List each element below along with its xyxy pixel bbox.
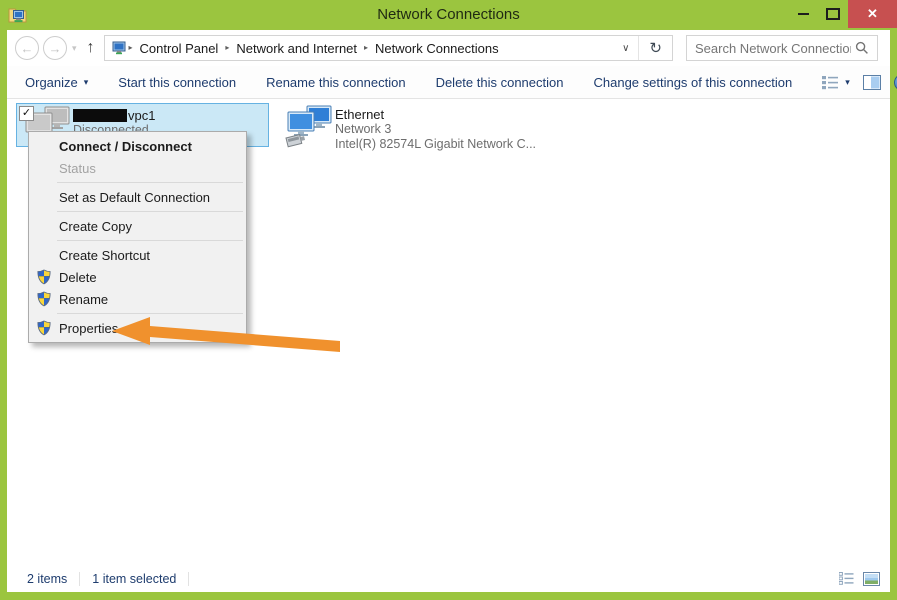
uac-shield-icon — [36, 291, 52, 307]
button-label: Start this connection — [118, 75, 236, 90]
menu-item-status: Status — [29, 157, 246, 179]
menu-item-connect-disconnect[interactable]: Connect / Disconnect — [29, 135, 246, 157]
connection-network: Network 3 — [335, 122, 536, 137]
up-button[interactable]: ↑ — [87, 39, 95, 57]
breadcrumb-network-and-internet[interactable]: Network and Internet — [229, 41, 364, 56]
back-button[interactable]: ← — [15, 36, 39, 60]
breadcrumb-network-connections[interactable]: Network Connections — [368, 41, 506, 56]
chevron-down-icon: ∨ — [622, 43, 629, 54]
menu-item-label: Create Copy — [59, 219, 132, 234]
minimize-button[interactable] — [788, 0, 818, 28]
uac-shield-icon — [36, 269, 52, 285]
change-view-button[interactable]: ▾ — [822, 75, 850, 90]
menu-item-rename[interactable]: Rename — [29, 288, 246, 310]
button-label: Change settings of this connection — [593, 75, 792, 90]
items-count: 2 items — [27, 572, 80, 586]
chevron-down-icon: ▾ — [84, 77, 89, 88]
search-box[interactable] — [686, 35, 878, 61]
connection-device: Intel(R) 82574L Gigabit Network C... — [335, 137, 536, 152]
organize-label: Organize — [25, 75, 78, 90]
menu-separator — [57, 211, 243, 212]
check-icon: ✓ — [22, 107, 31, 119]
connection-name: vpc1 — [128, 108, 155, 123]
title-bar[interactable]: Network Connections ✕ — [0, 0, 897, 30]
change-settings-button[interactable]: Change settings of this connection — [593, 75, 792, 90]
menu-item-label: Set as Default Connection — [59, 190, 210, 205]
forward-icon: → — [49, 41, 62, 56]
minimize-icon — [798, 13, 809, 15]
redaction-box — [73, 109, 127, 122]
address-bar[interactable]: ▸ Control Panel ▸ Network and Internet ▸… — [104, 35, 673, 61]
crumb-separator-icon: ▸ — [225, 43, 229, 52]
button-label: Rename this connection — [266, 75, 405, 90]
chevron-down-icon: ▾ — [845, 77, 850, 88]
menu-separator — [57, 182, 243, 183]
up-icon: ↑ — [87, 39, 95, 56]
views-icon — [822, 75, 839, 90]
search-input[interactable] — [687, 41, 853, 56]
forward-button[interactable]: → — [43, 36, 67, 60]
preview-pane-icon[interactable] — [863, 75, 881, 90]
refresh-button[interactable]: ↻ — [639, 39, 672, 57]
menu-item-properties[interactable]: Properties — [29, 317, 246, 339]
address-dropdown-button[interactable]: ∨ — [613, 43, 638, 54]
menu-item-delete[interactable]: Delete — [29, 266, 246, 288]
search-icon[interactable] — [855, 41, 869, 55]
file-list-area[interactable]: ✓ vpc1 Disconnected — [7, 99, 890, 565]
command-bar: Organize ▾ Start this connection Rename … — [7, 66, 890, 99]
organize-button[interactable]: Organize ▾ — [25, 75, 88, 90]
crumb-separator-icon: ▸ — [129, 43, 133, 52]
menu-separator — [57, 240, 243, 241]
rename-connection-button[interactable]: Rename this connection — [266, 75, 405, 90]
menu-item-label: Delete — [59, 270, 97, 285]
menu-item-label: Connect / Disconnect — [59, 139, 192, 154]
refresh-icon: ↻ — [649, 40, 662, 57]
close-button[interactable]: ✕ — [848, 0, 897, 28]
menu-item-label: Create Shortcut — [59, 248, 150, 263]
close-icon: ✕ — [867, 6, 878, 22]
large-icons-view-button[interactable] — [863, 572, 880, 586]
uac-shield-icon — [36, 320, 52, 336]
details-view-button[interactable] — [839, 572, 854, 585]
menu-item-label: Rename — [59, 292, 108, 307]
back-icon: ← — [21, 41, 34, 56]
connection-name-line: vpc1 — [73, 108, 155, 123]
delete-connection-button[interactable]: Delete this connection — [436, 75, 564, 90]
menu-item-create-shortcut[interactable]: Create Shortcut — [29, 244, 246, 266]
chevron-down-icon: ▾ — [72, 43, 77, 53]
menu-item-create-copy[interactable]: Create Copy — [29, 215, 246, 237]
location-icon — [112, 41, 127, 55]
ethernet-network-icon — [285, 105, 333, 151]
breadcrumb-control-panel[interactable]: Control Panel — [133, 41, 226, 56]
maximize-icon — [826, 8, 840, 20]
start-connection-button[interactable]: Start this connection — [118, 75, 236, 90]
menu-separator — [57, 313, 243, 314]
menu-item-label: Properties — [59, 321, 118, 336]
status-bar: 2 items 1 item selected — [7, 565, 890, 592]
history-dropdown[interactable]: ▾ — [72, 43, 77, 54]
network-connections-window: Network Connections ✕ ← → ▾ ↑ ▸ Control … — [0, 0, 897, 600]
window-title: Network Connections — [0, 0, 897, 30]
button-label: Delete this connection — [436, 75, 564, 90]
item-checkbox[interactable]: ✓ — [19, 106, 34, 121]
menu-item-label: Status — [59, 161, 96, 176]
connection-name: Ethernet — [335, 107, 536, 122]
crumb-separator-icon: ▸ — [364, 43, 368, 52]
selection-count: 1 item selected — [92, 572, 189, 586]
navigation-bar: ← → ▾ ↑ ▸ Control Panel ▸ Network and In… — [7, 30, 890, 66]
context-menu: Connect / Disconnect Status Set as Defau… — [28, 131, 247, 343]
menu-item-set-as-default[interactable]: Set as Default Connection — [29, 186, 246, 208]
maximize-button[interactable] — [818, 0, 848, 28]
connection-item-ethernet[interactable]: Ethernet Network 3 Intel(R) 82574L Gigab… — [279, 103, 547, 161]
